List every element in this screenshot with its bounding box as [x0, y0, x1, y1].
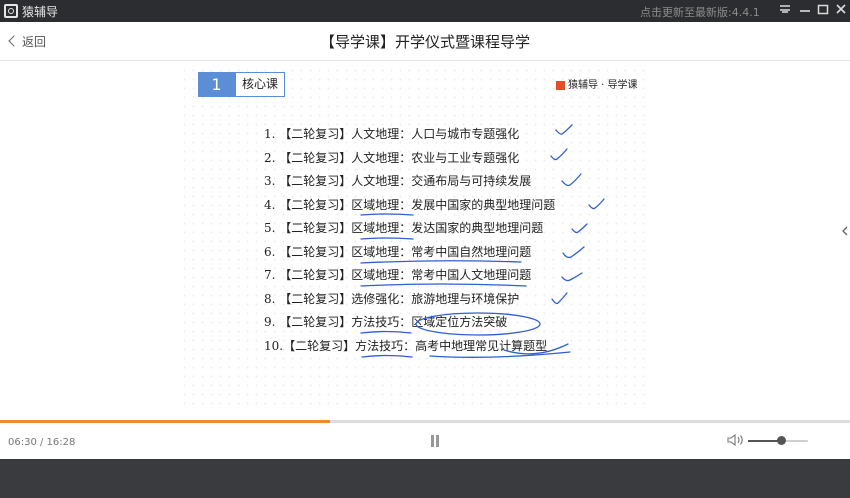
- volume-icon[interactable]: [727, 433, 745, 447]
- checkmark-5: [571, 223, 588, 234]
- circle-row-10: [503, 343, 569, 355]
- underline-row-7: [360, 283, 527, 287]
- pause-icon[interactable]: [430, 435, 440, 447]
- bottom-panel: [0, 459, 850, 498]
- checkmark-1: [555, 124, 573, 135]
- checkmark-2: [550, 148, 568, 161]
- underline-fangfa-10: [361, 354, 413, 358]
- underline-quyu-5: [360, 237, 414, 240]
- checkmark-7: [561, 272, 583, 282]
- time-display: 06:30 / 16:28: [8, 437, 76, 448]
- underline-row-10: [429, 351, 571, 358]
- chevron-left-icon[interactable]: [842, 226, 848, 236]
- underline-row-6: [360, 260, 522, 264]
- checkmark-3: [561, 173, 582, 187]
- checkmark-8: [551, 292, 568, 305]
- volume-slider[interactable]: [748, 436, 808, 445]
- circle-row-9: [415, 312, 541, 336]
- underline-fangfa-9: [360, 330, 412, 334]
- player-controls: 06:30 / 16:28: [0, 423, 850, 459]
- volume-knob[interactable]: [777, 436, 786, 445]
- underline-quyu-4: [360, 213, 414, 216]
- checkmark-4: [588, 198, 605, 210]
- checkmark-6: [562, 246, 585, 259]
